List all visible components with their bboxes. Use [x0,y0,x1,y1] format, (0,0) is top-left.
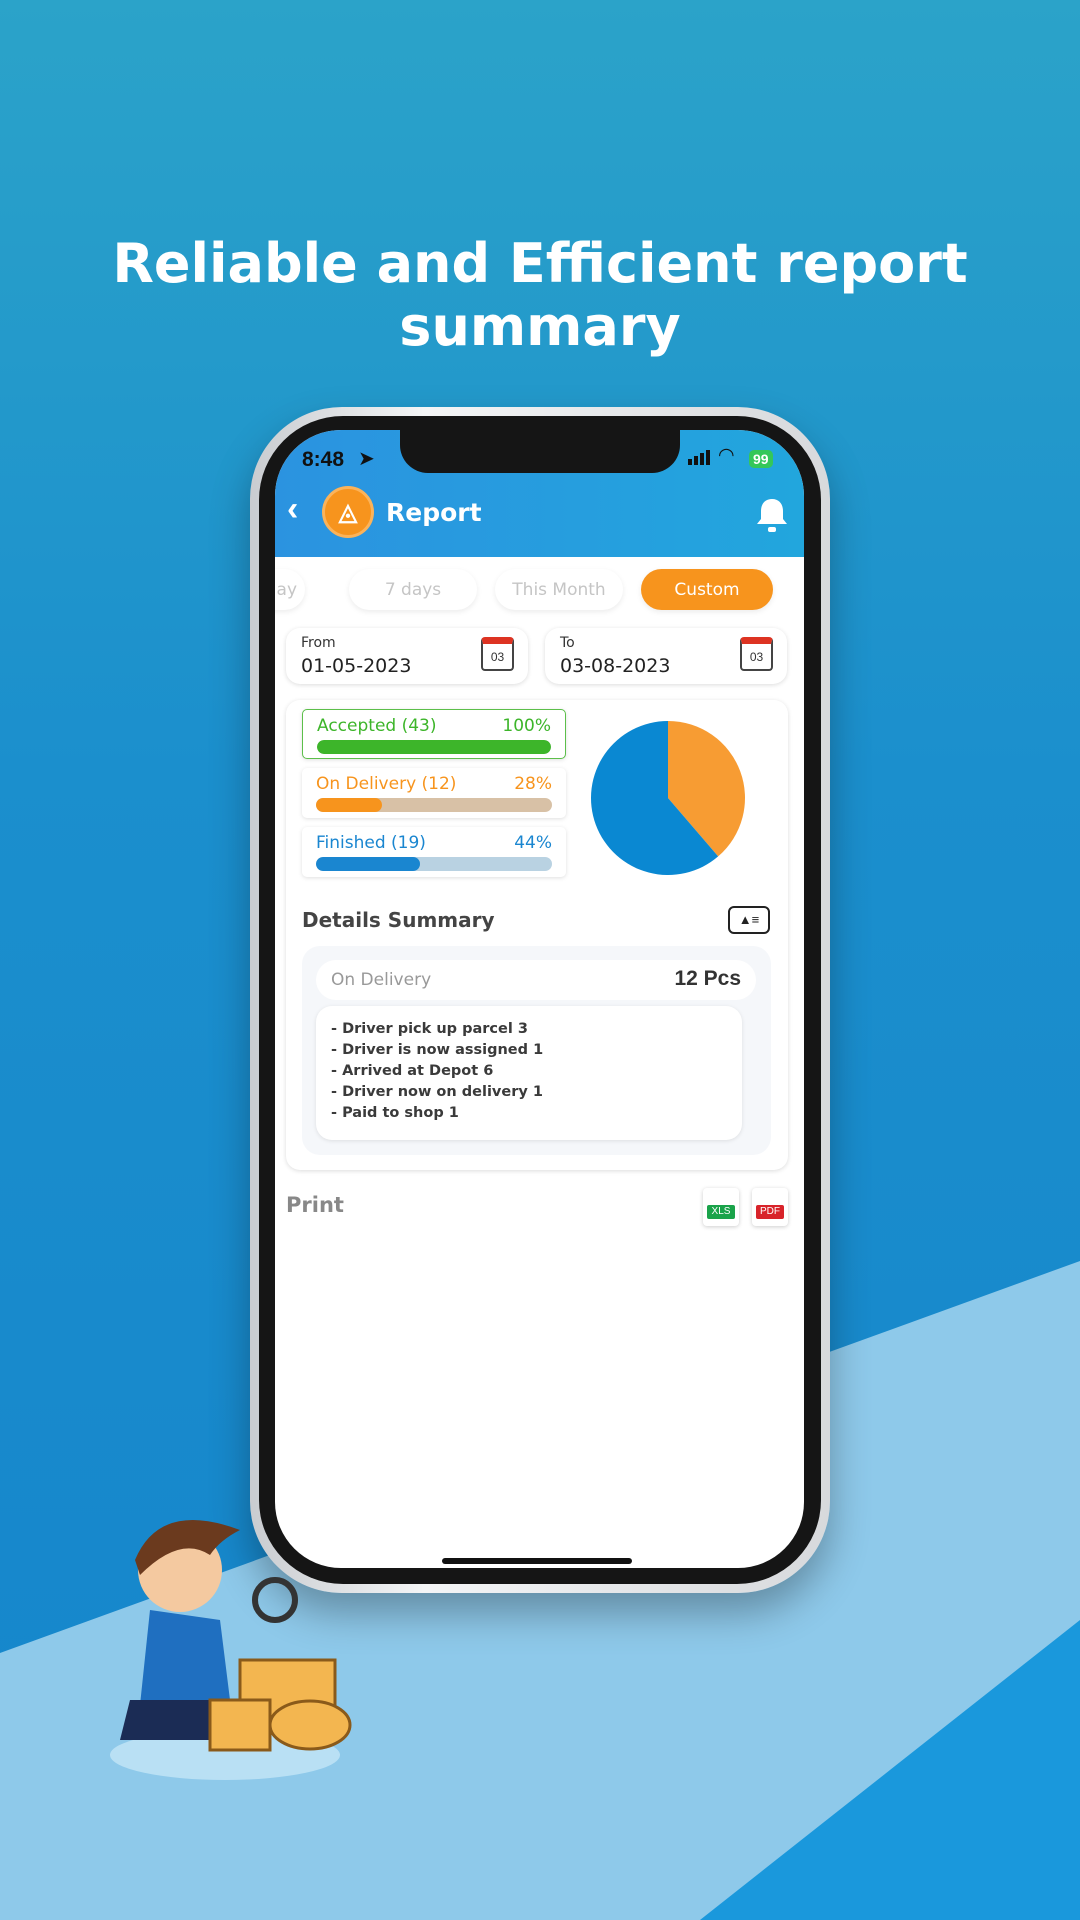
notch [400,430,680,473]
stat-accepted[interactable]: Accepted (43) 100% [302,709,566,759]
details-status-row: On Delivery 12 Pcs [316,960,756,1000]
wifi-icon: ◠ [718,445,735,466]
tab-this-month[interactable]: This Month [495,569,623,610]
stat-percent: 44% [514,833,552,853]
app-logo: ◬ [322,486,374,538]
stat-on-delivery[interactable]: On Delivery (12) 28% [302,768,566,818]
details-panel: On Delivery 12 Pcs - Driver pick up parc… [302,946,771,1155]
from-value: 01-05-2023 [301,655,412,677]
to-date-field[interactable]: To 03-08-2023 03 [545,628,787,684]
list-item: - Driver now on delivery 1 [331,1084,543,1100]
stat-finished[interactable]: Finished (19) 44% [302,827,566,877]
location-arrow-icon: ➤ [358,448,375,470]
export-pdf-button[interactable]: PDF [752,1188,788,1226]
progress-fill [316,798,383,812]
details-count: 12 Pcs [674,967,741,990]
to-value: 03-08-2023 [560,655,671,677]
progress-bar [316,798,552,812]
headline: Reliable and Efficient report summary [112,232,968,358]
to-label: To [560,635,575,651]
stat-percent: 100% [502,716,551,736]
list-item: - Driver pick up parcel 3 [331,1021,528,1037]
tab-today[interactable]: lay [275,569,305,610]
signal-icon [688,450,710,465]
details-list: - Driver pick up parcel 3 - Driver is no… [316,1006,742,1140]
xls-icon: XLS [707,1205,735,1219]
page-title: Report [386,498,482,527]
details-status: On Delivery [331,970,432,990]
character-illustration [110,1520,352,1780]
details-title: Details Summary [302,908,495,932]
pie-chart [591,721,745,875]
calendar-icon[interactable]: 03 [481,637,514,671]
progress-fill [317,740,551,754]
progress-fill [316,857,420,871]
home-indicator [442,1558,632,1564]
phone-screen: 8:48 ➤ ◠ 99 ‹ ◬ Report lay 7 days This M… [275,430,804,1568]
stat-percent: 28% [514,774,552,794]
print-label: Print [286,1193,344,1217]
bell-icon[interactable] [755,497,789,535]
battery-icon: 99 [749,450,773,468]
tab-7-days[interactable]: 7 days [349,569,477,610]
stat-label: Accepted (43) [317,716,437,736]
stats-card: Accepted (43) 100% On Delivery (12) 28% Fi… [286,700,788,1170]
list-item: - Paid to shop 1 [331,1105,459,1121]
calendar-icon[interactable]: 03 [740,637,773,671]
stat-label: Finished (19) [316,833,426,853]
stat-label: On Delivery (12) [316,774,457,794]
pdf-icon: PDF [756,1205,784,1219]
progress-bar [316,857,552,871]
export-xls-button[interactable]: XLS [703,1188,739,1226]
list-item: - Arrived at Depot 6 [331,1063,494,1079]
list-item: - Driver is now assigned 1 [331,1042,544,1058]
collapse-toggle-icon[interactable]: ▲≡ [728,906,770,934]
back-button[interactable]: ‹ [287,490,298,529]
progress-bar [317,740,551,754]
tab-custom[interactable]: Custom [641,569,773,610]
from-date-field[interactable]: From 01-05-2023 03 [286,628,528,684]
from-label: From [301,635,336,651]
status-time: 8:48 [302,448,345,471]
